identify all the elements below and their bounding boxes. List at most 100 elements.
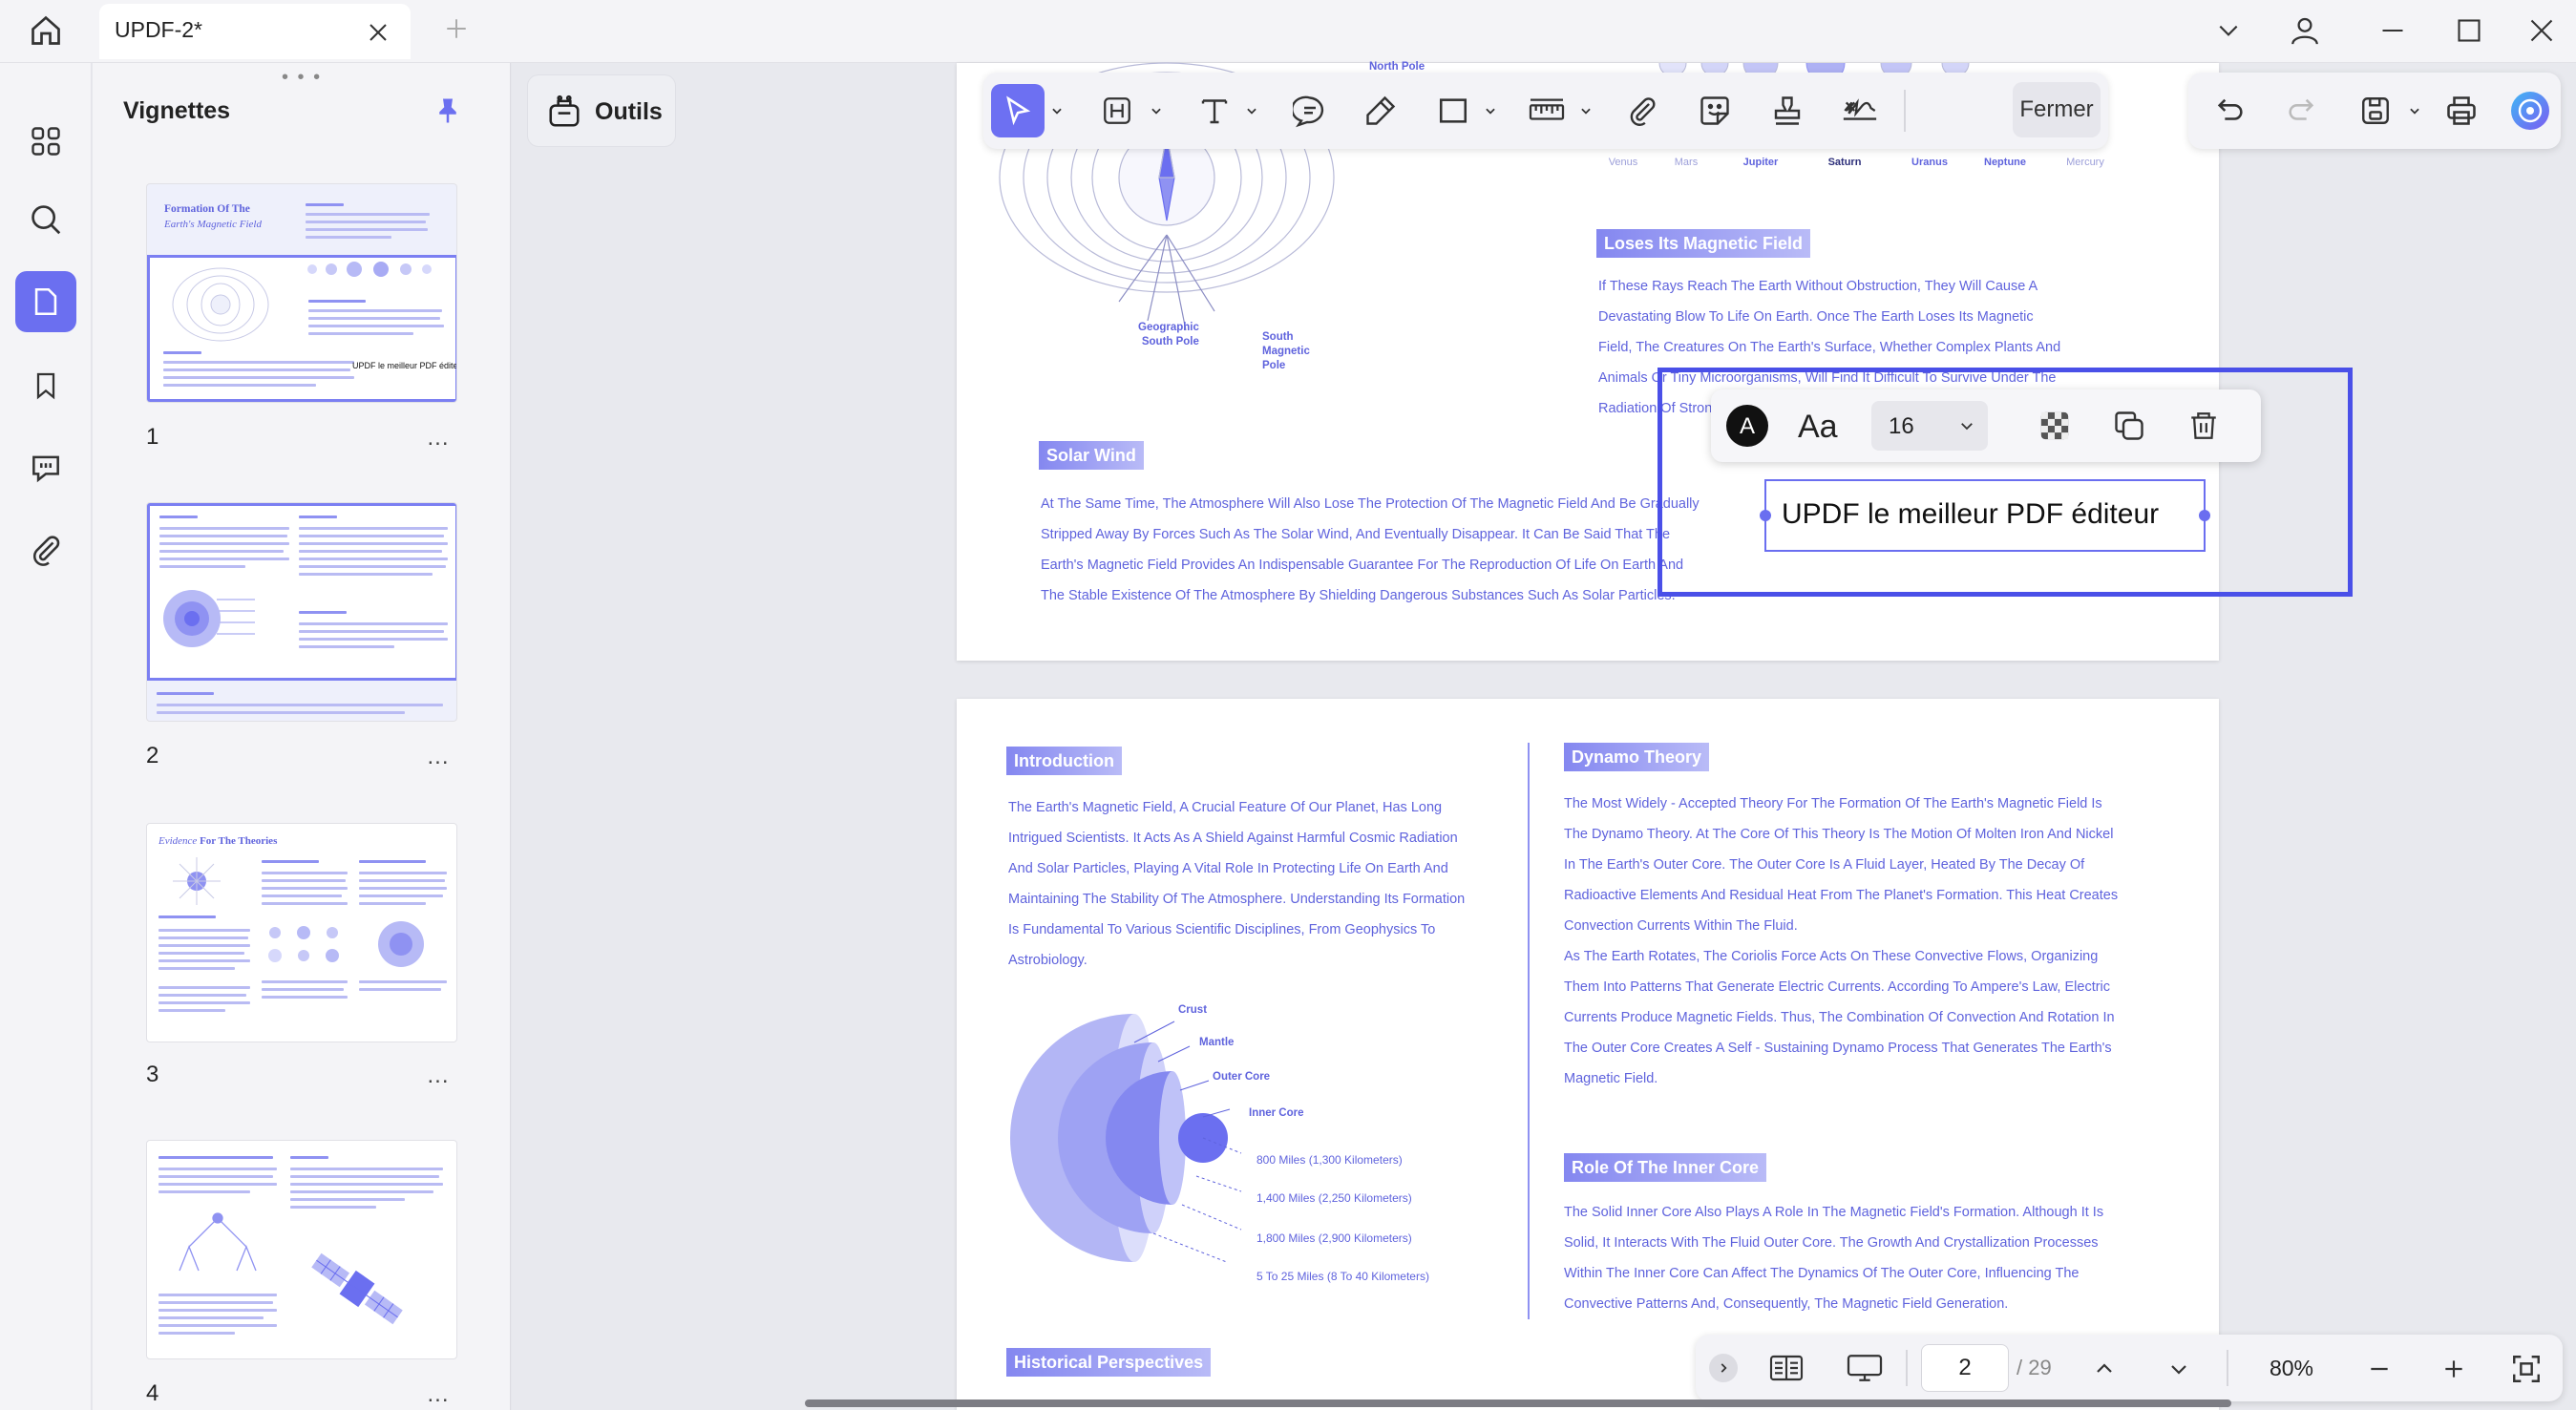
close-window-icon[interactable]: [2513, 6, 2570, 55]
paragraph-line: Astrobiology.: [1008, 953, 1087, 968]
add-tab-icon[interactable]: [437, 10, 475, 48]
more-options-icon[interactable]: ...: [419, 1062, 457, 1090]
geo-south-pole-label: Geographic South Pole: [1138, 322, 1199, 347]
print-icon[interactable]: [2435, 84, 2488, 137]
stamp-tool-icon[interactable]: [1761, 84, 1814, 137]
font-size-dropdown[interactable]: 16: [1871, 401, 1988, 451]
annotation-toolbar: Fermer: [983, 73, 2108, 149]
thumbnail-page-1[interactable]: Formation Of The Earth's Magnetic Field …: [146, 183, 457, 403]
select-tool-icon[interactable]: [991, 84, 1045, 137]
presentation-icon[interactable]: [1839, 1346, 1890, 1390]
section-heading: Role Of The Inner Core: [1564, 1153, 1767, 1182]
comment-icon[interactable]: [15, 437, 76, 498]
page-number-input[interactable]: 2: [1921, 1344, 2009, 1392]
thumbnail-page-4[interactable]: [146, 1140, 457, 1359]
layer-label: Inner Core: [1249, 1107, 1304, 1119]
zoom-level[interactable]: 80%: [2246, 1344, 2337, 1392]
planet-label: Jupiter: [1742, 157, 1779, 168]
more-options-icon[interactable]: ...: [419, 743, 457, 771]
rectangle-tool-icon[interactable]: [1426, 84, 1480, 137]
thumbnail-number: 1: [146, 424, 159, 450]
bar-divider: [1906, 1350, 1908, 1386]
sticker-tool-icon[interactable]: [1688, 84, 1742, 137]
minimize-icon[interactable]: [2364, 6, 2421, 55]
distance-label: 1,400 Miles (2,250 Kilometers): [1256, 1191, 1412, 1205]
next-page-icon[interactable]: [2158, 1348, 2200, 1390]
bookmark-icon[interactable]: [15, 355, 76, 416]
opacity-icon[interactable]: [2034, 405, 2076, 447]
text-annotation[interactable]: UPDF le meilleur PDF éditeur: [1760, 479, 2210, 552]
paragraph-line: The Solid Inner Core Also Plays A Role I…: [1564, 1205, 2104, 1220]
chevron-down-icon[interactable]: [1480, 97, 1501, 124]
zoom-out-icon[interactable]: [2358, 1348, 2400, 1390]
pencil-tool-icon[interactable]: [1354, 84, 1407, 137]
panel-title: Vignettes: [123, 97, 231, 124]
attachment-icon[interactable]: [15, 519, 76, 580]
highlight-tool-icon[interactable]: [1090, 84, 1144, 137]
close-tab-icon[interactable]: [359, 13, 397, 52]
paragraph-line: As The Earth Rotates, The Coriolis Force…: [1564, 949, 2099, 964]
thumbnail-page-2[interactable]: [146, 502, 457, 722]
tab-title: UPDF-2*: [115, 17, 203, 42]
horizontal-scrollbar[interactable]: [805, 1399, 2231, 1407]
text-color-icon[interactable]: A: [1724, 403, 1770, 449]
chevron-down-icon[interactable]: [1241, 97, 1262, 124]
more-options-icon[interactable]: ...: [419, 424, 457, 452]
account-icon[interactable]: [2276, 6, 2333, 55]
signature-tool-icon[interactable]: [1833, 84, 1887, 137]
search-icon[interactable]: [15, 189, 76, 250]
fit-page-icon[interactable]: [2505, 1348, 2547, 1390]
undo-icon[interactable]: [2204, 84, 2257, 137]
page-navigation-bar: 2 / 29 80%: [1696, 1335, 2563, 1401]
maximize-icon[interactable]: [2440, 6, 2498, 55]
comment-tool-icon[interactable]: [1283, 84, 1337, 137]
duplicate-icon[interactable]: [2108, 405, 2150, 447]
distance-label: 1,800 Miles (2,900 Kilometers): [1256, 1231, 1412, 1245]
home-icon[interactable]: [23, 6, 69, 55]
planet-label: Mars: [1674, 157, 1699, 168]
svg-text:Aa: Aa: [1798, 409, 1838, 445]
thumbnail-panel: • • • Vignettes Formation Of The Earth's…: [93, 63, 511, 1410]
south-magnetic-pole-label: South Magnetic Pole: [1262, 331, 1310, 371]
ai-assistant-icon[interactable]: [2503, 84, 2557, 137]
more-options-icon[interactable]: ...: [419, 1380, 457, 1409]
thumbnails-icon[interactable]: [15, 271, 76, 332]
chevron-down-icon[interactable]: [1146, 97, 1167, 124]
redo-icon[interactable]: [2274, 84, 2328, 137]
pin-icon[interactable]: [429, 92, 467, 130]
resize-handle-right[interactable]: [2199, 510, 2210, 521]
delete-icon[interactable]: [2183, 405, 2225, 447]
thumb-heading-bold: For The Theories: [200, 835, 278, 847]
previous-page-icon[interactable]: [2083, 1348, 2125, 1390]
chevron-down-icon[interactable]: [1575, 97, 1596, 124]
zoom-in-icon[interactable]: [2433, 1348, 2475, 1390]
thumbnail-number: 4: [146, 1380, 159, 1406]
thumbnail-page-3[interactable]: Evidence For The Theories: [146, 823, 457, 1042]
action-toolbar: [2188, 73, 2561, 149]
resize-handle-left[interactable]: [1760, 510, 1771, 521]
paragraph-line: The Dynamo Theory. At The Core Of This T…: [1564, 827, 2114, 842]
expand-icon[interactable]: [1709, 1354, 1738, 1382]
measure-tool-icon[interactable]: [1520, 84, 1573, 137]
planet-label: Venus: [1608, 157, 1638, 168]
pdf-page-2[interactable]: Introduction The Earth's Magnetic Field,…: [957, 699, 2219, 1410]
panel-resize-grip[interactable]: • • •: [282, 67, 322, 89]
thumbnail-number: 3: [146, 1062, 159, 1087]
chevron-down-icon[interactable]: [1046, 97, 1067, 124]
save-icon[interactable]: [2349, 84, 2402, 137]
tools-button[interactable]: Outils: [527, 74, 676, 147]
chevron-down-icon[interactable]: [2200, 6, 2257, 55]
section-heading: Introduction: [1006, 747, 1122, 775]
chevron-down-icon: [1955, 414, 1978, 437]
document-tab[interactable]: UPDF-2*: [99, 4, 411, 59]
apps-grid-icon[interactable]: [15, 111, 76, 172]
text-tool-icon[interactable]: [1188, 84, 1241, 137]
page-layout-icon[interactable]: [1763, 1346, 1810, 1390]
thumb-overlay-text: UPDF le meilleur PDF éditeur: [352, 361, 457, 370]
paragraph-line: Stripped Away By Forces Such As The Sola…: [1041, 527, 1671, 542]
attachment-tool-icon[interactable]: [1615, 84, 1669, 137]
font-family-icon[interactable]: Aa: [1791, 401, 1854, 451]
close-tools-button[interactable]: Fermer: [2013, 82, 2101, 137]
annotation-text[interactable]: UPDF le meilleur PDF éditeur: [1782, 498, 2159, 531]
chevron-down-icon[interactable]: [2404, 97, 2425, 124]
